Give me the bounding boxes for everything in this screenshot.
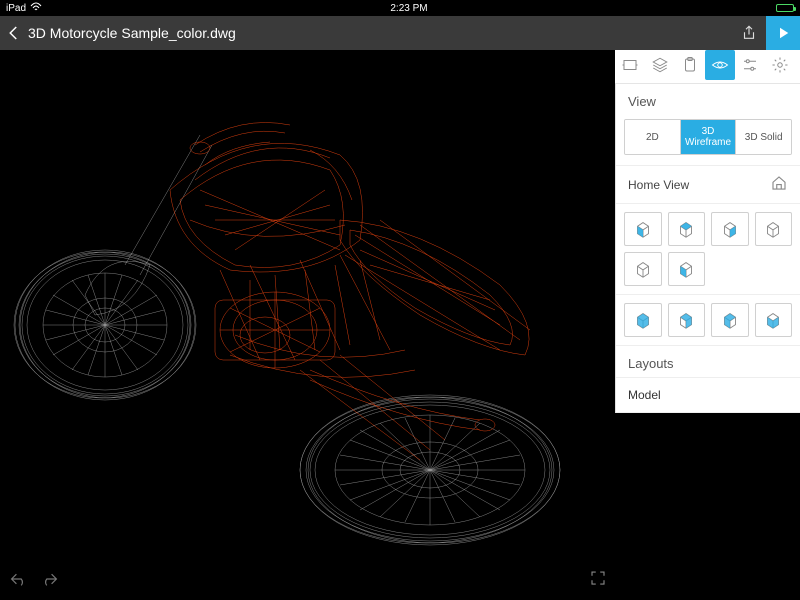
fit-view-button[interactable] — [615, 50, 645, 80]
mode-3d-wireframe-button[interactable]: 3D Wireframe — [680, 120, 736, 154]
cube-view-right[interactable] — [711, 212, 749, 246]
share-button[interactable] — [732, 16, 766, 50]
layout-item-model[interactable]: Model — [616, 377, 800, 413]
play-button[interactable] — [766, 16, 800, 50]
layers-button[interactable] — [645, 50, 675, 80]
undo-button[interactable] — [8, 571, 28, 592]
cube-view-front[interactable] — [624, 212, 662, 246]
iso-view-nw[interactable] — [755, 303, 793, 337]
app-header: 3D Motorcycle Sample_color.dwg — [0, 16, 800, 50]
iso-view-sw[interactable] — [624, 303, 662, 337]
home-icon — [770, 174, 788, 195]
settings-button[interactable] — [765, 50, 795, 80]
cube-views-grid — [616, 204, 800, 294]
mode-2d-button[interactable]: 2D — [625, 120, 680, 154]
iso-view-ne[interactable] — [711, 303, 749, 337]
fullscreen-button[interactable] — [589, 569, 607, 592]
iso-views-grid — [616, 294, 800, 345]
wireframe-render — [0, 50, 615, 600]
mode-3d-solid-button[interactable]: 3D Solid — [735, 120, 791, 154]
clock: 2:23 PM — [42, 3, 776, 14]
ios-status-bar: iPad 2:23 PM — [0, 0, 800, 16]
back-button[interactable] — [0, 24, 28, 42]
battery-icon — [776, 4, 794, 12]
home-view-row[interactable]: Home View — [616, 165, 800, 204]
clipboard-button[interactable] — [675, 50, 705, 80]
iso-view-se[interactable] — [668, 303, 706, 337]
cube-view-none-b[interactable] — [624, 252, 662, 286]
adjust-button[interactable] — [735, 50, 765, 80]
view-section-title: View — [616, 84, 800, 115]
cube-view-top[interactable] — [668, 212, 706, 246]
cube-view-none-a[interactable] — [755, 212, 793, 246]
view-mode-segmented: 2D 3D Wireframe 3D Solid — [624, 119, 792, 155]
view-panel: View 2D 3D Wireframe 3D Solid Home View — [615, 84, 800, 413]
redo-button[interactable] — [40, 571, 60, 592]
model-viewport[interactable] — [0, 50, 615, 600]
document-title: 3D Motorcycle Sample_color.dwg — [28, 25, 236, 41]
home-view-label: Home View — [628, 178, 770, 192]
device-label: iPad — [6, 3, 26, 14]
cube-view-left[interactable] — [668, 252, 706, 286]
wifi-icon — [30, 2, 42, 15]
tool-strip — [615, 50, 800, 84]
view-button[interactable] — [705, 50, 735, 80]
layouts-section-title: Layouts — [616, 345, 800, 377]
